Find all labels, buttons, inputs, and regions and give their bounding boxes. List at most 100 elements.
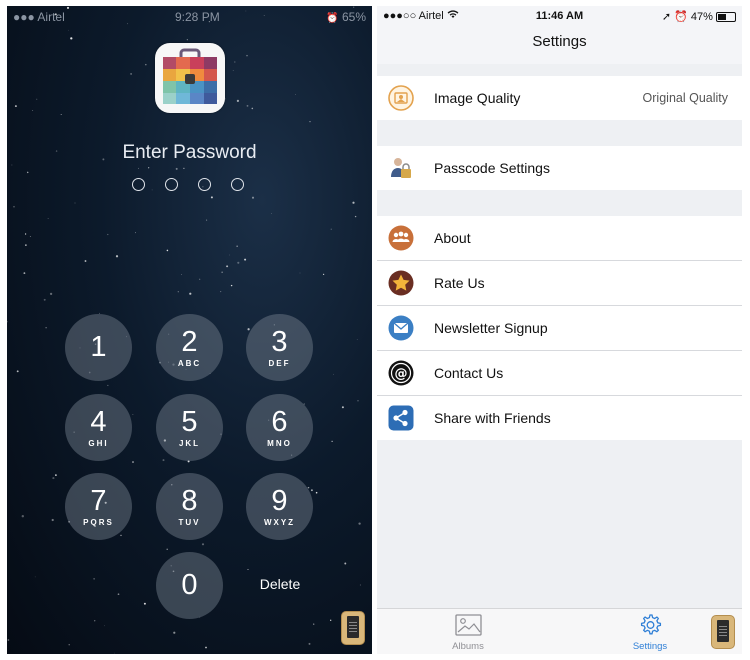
star bbox=[70, 37, 73, 40]
star bbox=[21, 515, 24, 518]
star bbox=[132, 414, 134, 415]
star bbox=[107, 233, 109, 236]
star bbox=[130, 72, 133, 75]
key-digit: 8 bbox=[181, 485, 198, 517]
keypad-key-0[interactable]: 0 bbox=[156, 552, 223, 619]
phone-icon[interactable] bbox=[341, 611, 365, 645]
star bbox=[344, 562, 347, 565]
star bbox=[352, 201, 355, 204]
alarm-icon: ⏰ bbox=[674, 11, 688, 23]
keypad-key-4[interactable]: 4 GHI bbox=[65, 394, 132, 461]
star bbox=[135, 232, 136, 234]
clock-label: 9:28 PM bbox=[175, 10, 220, 24]
key-digit: 4 bbox=[90, 406, 107, 438]
svg-text:@: @ bbox=[395, 367, 408, 382]
star bbox=[247, 568, 249, 571]
settings-row-contact-us[interactable]: @ Contact Us bbox=[377, 351, 742, 395]
settings-row-about[interactable]: About bbox=[377, 216, 742, 260]
star bbox=[229, 254, 231, 256]
star bbox=[34, 576, 36, 578]
key-letters: DEF bbox=[268, 359, 291, 368]
star bbox=[107, 384, 109, 386]
star bbox=[308, 642, 311, 645]
star bbox=[199, 278, 201, 280]
star bbox=[51, 518, 54, 522]
star bbox=[74, 202, 76, 204]
key-letters: MNO bbox=[267, 439, 292, 448]
albums-icon bbox=[455, 614, 482, 641]
keypad-key-1[interactable]: 1 bbox=[65, 314, 132, 381]
albums-tab-label: Albums bbox=[452, 641, 484, 652]
star bbox=[32, 110, 34, 111]
star bbox=[357, 400, 359, 402]
star bbox=[330, 228, 332, 230]
star bbox=[132, 461, 134, 463]
phone-icon[interactable] bbox=[711, 615, 735, 649]
star bbox=[148, 167, 150, 169]
star bbox=[84, 260, 87, 262]
star bbox=[271, 212, 272, 214]
star bbox=[13, 205, 15, 208]
star bbox=[236, 99, 240, 103]
delete-button[interactable]: Delete bbox=[245, 576, 315, 592]
key-letters: WXYZ bbox=[263, 518, 296, 527]
star bbox=[137, 167, 140, 169]
navigation-bar: ●●●○○ Airtel 11:46 AM ➚ ⏰ 47% Settings bbox=[377, 6, 742, 64]
star bbox=[201, 543, 205, 546]
key-letters: GHI bbox=[88, 439, 109, 448]
tab-settings[interactable]: Settings bbox=[605, 609, 695, 654]
passcode-icon bbox=[388, 155, 414, 181]
mail-icon bbox=[388, 315, 414, 341]
keypad-key-8[interactable]: 8 TUV bbox=[156, 473, 223, 540]
star bbox=[358, 522, 361, 525]
key-digit: 3 bbox=[271, 326, 288, 358]
keypad-key-5[interactable]: 5 JKL bbox=[156, 394, 223, 461]
settings-screen: ●●●○○ Airtel 11:46 AM ➚ ⏰ 47% Settings I… bbox=[377, 6, 742, 654]
star bbox=[315, 491, 318, 494]
star bbox=[24, 233, 27, 235]
star bbox=[145, 63, 147, 66]
star bbox=[173, 631, 176, 634]
settings-row-rate-us[interactable]: Rate Us bbox=[377, 261, 742, 305]
settings-row-share[interactable]: Share with Friends bbox=[377, 396, 742, 440]
carrier-label: ●●● Airtel bbox=[13, 10, 65, 24]
gear-icon bbox=[638, 613, 662, 642]
star bbox=[7, 320, 8, 323]
star bbox=[330, 619, 332, 621]
star bbox=[68, 644, 70, 646]
settings-row-newsletter[interactable]: Newsletter Signup bbox=[377, 306, 742, 350]
star bbox=[232, 70, 234, 71]
star bbox=[16, 370, 19, 373]
keypad-key-7[interactable]: 7 PQRS bbox=[65, 473, 132, 540]
star bbox=[29, 235, 31, 238]
keypad-key-3[interactable]: 3 DEF bbox=[246, 314, 313, 381]
star bbox=[14, 105, 17, 108]
keypad-key-9[interactable]: 9 WXYZ bbox=[246, 473, 313, 540]
image-quality-label: Image Quality bbox=[434, 90, 521, 106]
about-label: About bbox=[434, 230, 471, 246]
star bbox=[230, 284, 233, 287]
passcode-dots bbox=[132, 178, 252, 192]
tab-albums[interactable]: Albums bbox=[423, 609, 513, 654]
key-digit: 6 bbox=[271, 406, 288, 438]
location-icon: ➚ bbox=[661, 11, 672, 23]
lock-status-bar: ●●● Airtel 9:28 PM ⏰ 65% bbox=[7, 8, 372, 26]
star bbox=[60, 113, 62, 116]
star bbox=[206, 219, 208, 221]
lock-screen: ●●● Airtel 9:28 PM ⏰ 65% Enter Password … bbox=[7, 6, 372, 654]
star bbox=[341, 406, 344, 409]
keypad-key-2[interactable]: 2 ABC bbox=[156, 314, 223, 381]
star bbox=[236, 245, 238, 247]
star bbox=[115, 255, 119, 258]
settings-row-passcode[interactable]: Passcode Settings bbox=[377, 146, 742, 190]
image-quality-value: Original Quality bbox=[642, 91, 728, 105]
briefcase-icon bbox=[163, 48, 217, 104]
key-digit: 1 bbox=[90, 331, 107, 363]
star bbox=[26, 171, 29, 174]
enter-password-title: Enter Password bbox=[122, 142, 257, 163]
passcode-dot bbox=[132, 178, 145, 191]
star bbox=[183, 167, 185, 170]
settings-row-image-quality[interactable]: Image Quality Original Quality bbox=[377, 76, 742, 120]
keypad-key-6[interactable]: 6 MNO bbox=[246, 394, 313, 461]
star bbox=[55, 474, 57, 476]
